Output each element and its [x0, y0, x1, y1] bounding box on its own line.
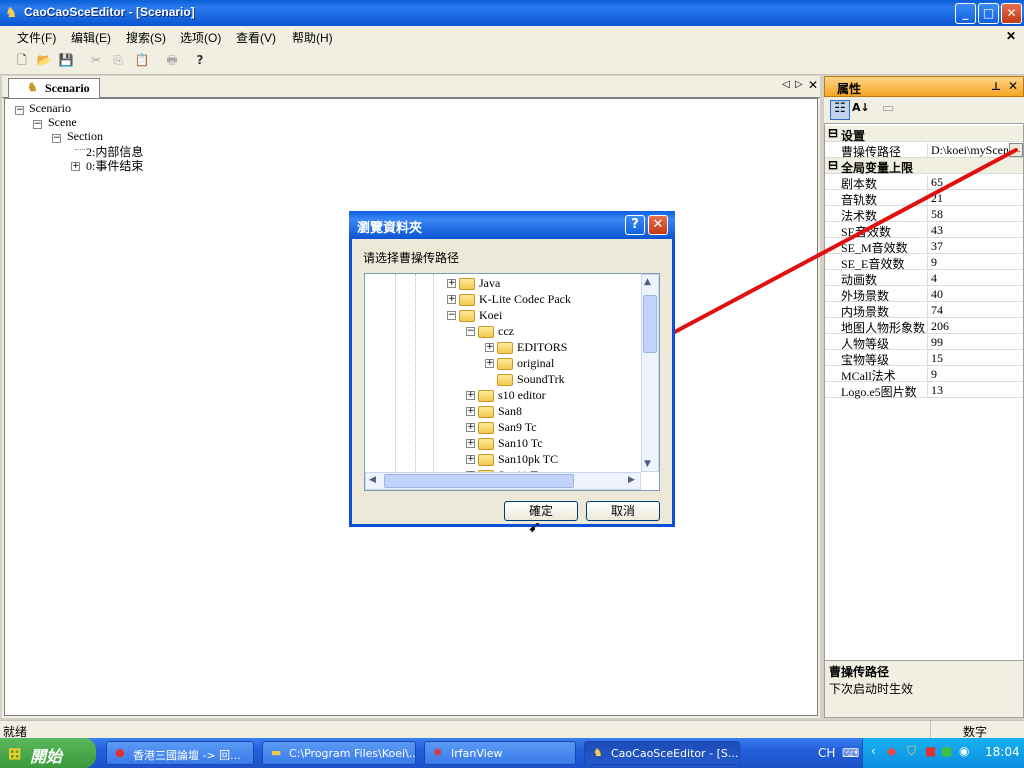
folder-item[interactable]: K-Lite Codec Pack — [479, 292, 571, 308]
expander-icon[interactable]: + — [466, 423, 475, 432]
folder-item[interactable]: s10 editor — [498, 388, 546, 404]
dialog-close-icon[interactable]: ✕ — [648, 215, 668, 235]
expander-icon[interactable]: + — [447, 295, 456, 304]
expander-icon[interactable]: + — [485, 343, 494, 352]
expander-icon[interactable]: − — [466, 327, 475, 336]
folder-item[interactable]: San10 Tc — [498, 436, 543, 452]
horizontal-scrollbar[interactable]: ◀ ▶ — [365, 472, 641, 490]
expander-icon[interactable]: + — [485, 359, 494, 368]
browse-folder-dialog: 瀏覽資料夾 ? ✕ 请选择曹操传路径 + Java + K-Lite Codec Pa… — [349, 211, 675, 536]
scroll-left-icon[interactable]: ◀ — [369, 475, 376, 485]
folder-icon — [478, 454, 494, 466]
folder-item[interactable]: ccz — [498, 324, 514, 340]
folder-item[interactable]: Koei — [479, 308, 502, 324]
tree-guide-line — [433, 274, 434, 472]
folder-icon — [459, 294, 475, 306]
folder-item[interactable]: original — [517, 356, 554, 372]
expander-icon[interactable]: + — [466, 455, 475, 464]
dialog-prompt: 请选择曹操传路径 — [363, 251, 460, 265]
dialog-title: 瀏覽資料夾 — [357, 221, 423, 236]
folder-icon — [497, 374, 513, 386]
tree-guide-line — [415, 274, 416, 472]
scroll-thumb[interactable] — [384, 474, 574, 488]
expander-icon[interactable]: − — [447, 311, 456, 320]
expander-icon[interactable]: + — [466, 439, 475, 448]
folder-item[interactable]: SoundTrk — [517, 372, 565, 388]
folder-icon — [459, 310, 475, 322]
dialog-body: 请选择曹操传路径 + Java + K-Lite Codec Pack − Koei − cc… — [352, 239, 672, 536]
folder-item[interactable]: San10pk TC — [498, 452, 558, 468]
folder-item[interactable]: Java — [479, 276, 500, 292]
scroll-down-icon[interactable]: ▼ — [644, 459, 651, 469]
scroll-right-icon[interactable]: ▶ — [628, 475, 635, 485]
folder-icon — [478, 390, 494, 402]
folder-item[interactable]: San8 — [498, 404, 522, 420]
expander-icon[interactable]: + — [466, 391, 475, 400]
folder-item[interactable]: San9 Tc — [498, 420, 537, 436]
cancel-button[interactable]: 取消 — [586, 501, 660, 521]
tree-guide-line — [395, 274, 396, 472]
mouse-cursor-icon: ➹ — [528, 517, 542, 536]
folder-icon — [497, 342, 513, 354]
expander-icon[interactable]: + — [447, 279, 456, 288]
folder-tree: + Java + K-Lite Codec Pack − Koei − ccz + EDITORS… — [364, 273, 660, 491]
scroll-thumb[interactable] — [643, 295, 657, 353]
folder-icon — [497, 358, 513, 370]
dialog-title-bar: 瀏覽資料夾 ? ✕ — [349, 211, 675, 239]
folder-icon — [459, 278, 475, 290]
folder-icon — [478, 406, 494, 418]
help-icon[interactable]: ? — [625, 215, 645, 235]
folder-icon — [478, 326, 494, 338]
scroll-up-icon[interactable]: ▲ — [644, 277, 651, 287]
expander-icon[interactable]: + — [466, 407, 475, 416]
folder-icon — [478, 438, 494, 450]
folder-item[interactable]: EDITORS — [517, 340, 567, 356]
vertical-scrollbar[interactable]: ▲ ▼ — [641, 274, 659, 472]
folder-icon — [478, 422, 494, 434]
